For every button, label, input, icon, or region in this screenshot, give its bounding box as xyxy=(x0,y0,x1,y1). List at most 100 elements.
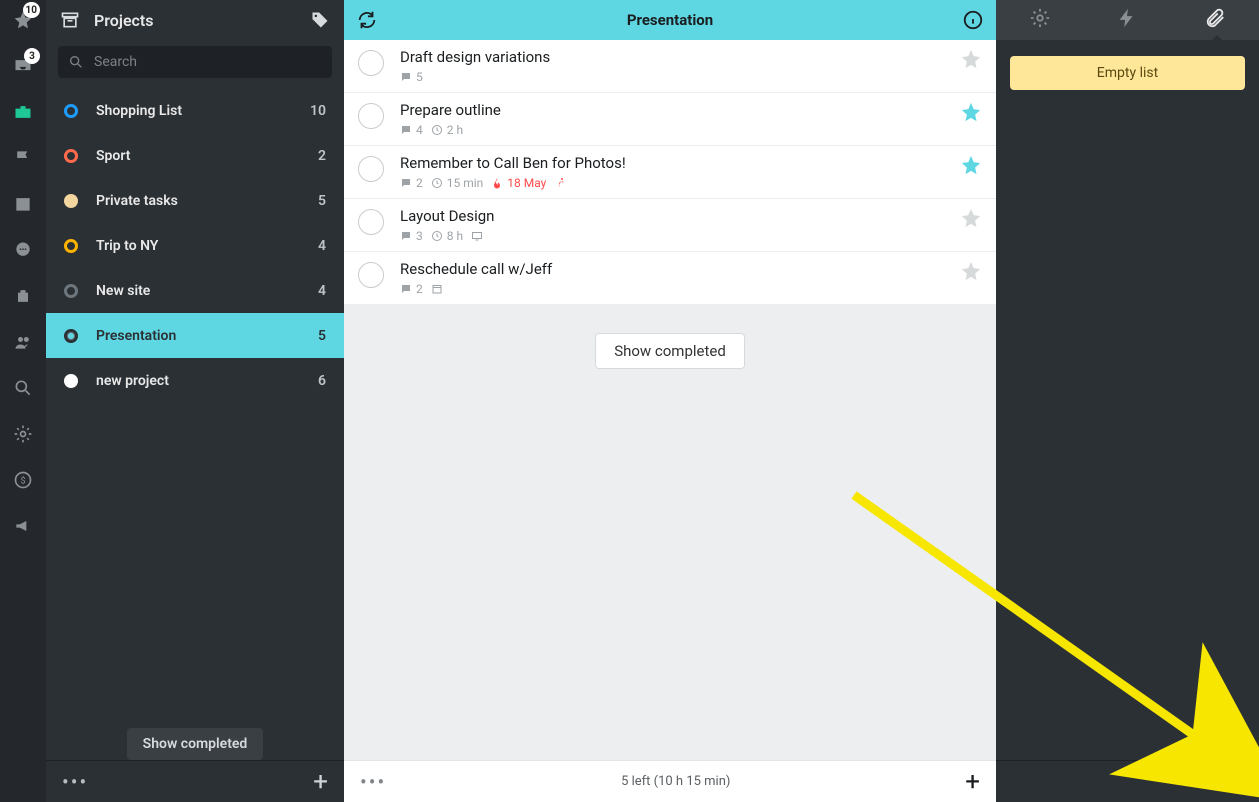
task-status-text: 5 left (10 h 15 min) xyxy=(386,774,965,789)
comments-icon: 5 xyxy=(400,70,423,84)
project-item[interactable]: Sport 2 xyxy=(46,133,344,178)
add-task-button[interactable]: + xyxy=(965,769,980,795)
project-count: 4 xyxy=(318,238,326,254)
project-item[interactable]: New site4 xyxy=(46,268,344,313)
tag-icon[interactable] xyxy=(310,10,330,30)
project-name: Sport xyxy=(96,148,300,164)
task-title: Layout Design xyxy=(400,207,944,225)
rail-inbox[interactable]: 3 xyxy=(0,54,46,78)
svg-text:$: $ xyxy=(21,475,26,486)
star-icon[interactable] xyxy=(960,207,982,229)
rail-people[interactable] xyxy=(0,330,46,354)
info-icon xyxy=(962,9,984,31)
people-icon xyxy=(13,332,33,352)
task-checkbox[interactable] xyxy=(358,156,384,182)
info-button[interactable] xyxy=(962,9,984,31)
task-row[interactable]: Layout Design 3 8 h xyxy=(344,199,996,252)
rail-flag[interactable] xyxy=(0,146,46,170)
project-item[interactable]: Trip to NY4 xyxy=(46,223,344,268)
detail-activity-tab[interactable] xyxy=(1116,7,1138,33)
task-row[interactable]: Remember to Call Ben for Photos! 215 min1… xyxy=(344,146,996,199)
duration-icon: 8 h xyxy=(431,229,463,243)
task-pane-footer: ••• 5 left (10 h 15 min) + xyxy=(344,760,996,802)
star-icon[interactable] xyxy=(960,48,982,70)
project-color-dot xyxy=(64,194,78,208)
star-icon[interactable] xyxy=(960,260,982,282)
task-meta: 3 8 h xyxy=(400,229,944,243)
star-icon[interactable] xyxy=(960,154,982,176)
project-count: 2 xyxy=(318,148,326,164)
empty-attachments-notice: Empty list xyxy=(1010,56,1245,90)
task-meta: 5 xyxy=(400,70,944,84)
rail-calendar[interactable]: 23 xyxy=(0,192,46,216)
rail-settings[interactable] xyxy=(0,422,46,446)
task-title: Draft design variations xyxy=(400,48,944,66)
task-meta: 2 xyxy=(400,282,944,296)
luggage-icon xyxy=(13,286,33,306)
detail-pane-footer: + xyxy=(996,760,1259,802)
task-checkbox[interactable] xyxy=(358,209,384,235)
search-input[interactable] xyxy=(94,54,322,70)
dollar-icon: $ xyxy=(13,470,33,490)
bolt-icon xyxy=(1116,7,1138,29)
running-icon xyxy=(554,177,566,189)
rail-search[interactable] xyxy=(0,376,46,400)
task-meta: 215 min18 May xyxy=(400,176,944,190)
calendar-icon: 23 xyxy=(13,194,33,214)
project-count: 10 xyxy=(310,103,326,119)
megaphone-icon xyxy=(13,516,33,536)
show-completed-button[interactable]: Show completed xyxy=(127,728,264,760)
active-caret-icon xyxy=(45,107,50,117)
comments-icon: 2 xyxy=(400,176,423,190)
detail-attachments-tab[interactable] xyxy=(1204,7,1226,33)
project-item[interactable]: Presentation5 xyxy=(46,313,344,358)
search-icon xyxy=(68,54,84,70)
rail-projects[interactable] xyxy=(0,100,46,124)
project-name: Private tasks xyxy=(96,193,300,209)
refresh-icon xyxy=(356,9,378,31)
task-checkbox[interactable] xyxy=(358,50,384,76)
due-date: 18 May xyxy=(491,176,546,190)
projects-sidebar: Projects Shopping List10Sport2Private ta… xyxy=(46,0,344,802)
project-item[interactable]: Private tasks5 xyxy=(46,178,344,223)
task-title: Prepare outline xyxy=(400,101,944,119)
archive-icon[interactable] xyxy=(60,10,80,30)
detail-pane: Empty list + xyxy=(996,0,1259,802)
task-pane: Presentation Draft design variations5Pre… xyxy=(344,0,996,802)
rail-announce[interactable] xyxy=(0,514,46,538)
sidebar-footer: ••• + xyxy=(46,760,344,802)
show-completed-tasks-button[interactable]: Show completed xyxy=(595,333,745,369)
search-field[interactable] xyxy=(58,46,332,78)
rail-luggage[interactable] xyxy=(0,284,46,308)
task-checkbox[interactable] xyxy=(358,103,384,129)
active-tab-caret-icon xyxy=(1211,35,1223,41)
comments-icon: 4 xyxy=(400,123,423,137)
project-list: Shopping List10 Sport 2 Private tasks5Trip … xyxy=(46,88,344,708)
project-color-dot xyxy=(64,374,78,388)
rail-star[interactable]: 10 xyxy=(0,8,46,32)
comments-icon: 3 xyxy=(400,229,423,243)
task-title: Remember to Call Ben for Photos! xyxy=(400,154,944,172)
detail-pane-header xyxy=(996,0,1259,40)
calendar-icon xyxy=(431,283,443,295)
task-checkbox[interactable] xyxy=(358,262,384,288)
rail-star-badge: 10 xyxy=(23,2,40,18)
paperclip-icon xyxy=(1204,7,1226,29)
add-attachment-button[interactable]: + xyxy=(1228,769,1243,795)
project-count: 4 xyxy=(318,283,326,299)
project-item[interactable]: new project6 xyxy=(46,358,344,403)
task-row[interactable]: Draft design variations 5 xyxy=(344,40,996,93)
search-icon xyxy=(13,378,33,398)
add-project-button[interactable]: + xyxy=(313,769,328,795)
task-row[interactable]: Reschedule call w/Jeff2 xyxy=(344,252,996,305)
more-menu-icon[interactable]: ••• xyxy=(62,770,88,794)
task-row[interactable]: Prepare outline42 h xyxy=(344,93,996,146)
rail-billing[interactable]: $ xyxy=(0,468,46,492)
refresh-button[interactable] xyxy=(356,9,378,31)
project-item[interactable]: Shopping List10 xyxy=(46,88,344,133)
task-more-menu-icon[interactable]: ••• xyxy=(360,770,386,794)
detail-settings-tab[interactable] xyxy=(1029,7,1051,33)
gear-icon xyxy=(1029,7,1051,29)
star-icon[interactable] xyxy=(960,101,982,123)
rail-chat[interactable] xyxy=(0,238,46,262)
